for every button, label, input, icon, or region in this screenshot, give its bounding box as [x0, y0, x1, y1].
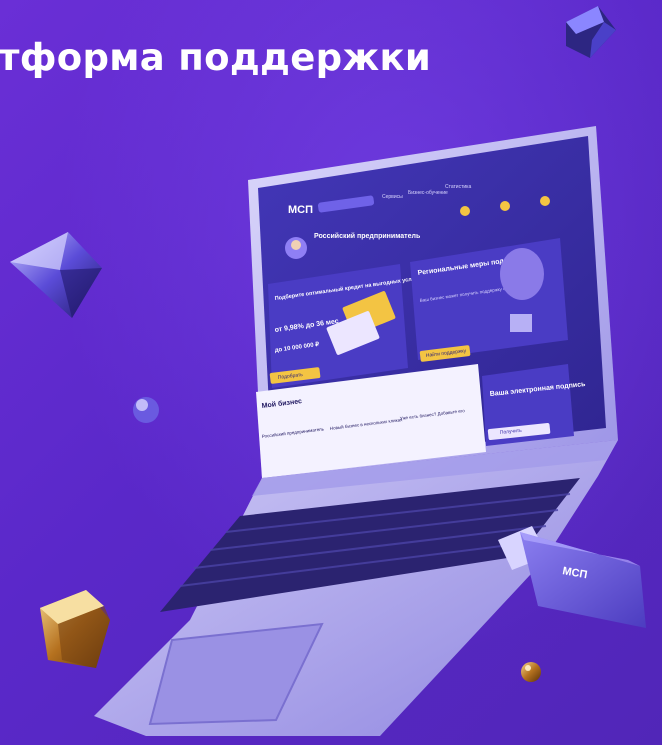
balloon-icon: [500, 248, 544, 300]
service-icon: [540, 196, 550, 206]
gem-pyramid-icon: [10, 232, 102, 318]
gold-cube-icon: [40, 590, 110, 668]
nav-item: Сервисы: [382, 194, 403, 200]
crystal-cube-icon: [566, 6, 616, 58]
service-icon: [460, 206, 470, 216]
profile-title: Российский предприниматель: [314, 232, 421, 240]
parcel-icon: [510, 314, 532, 332]
laptop-scene: МСП Сервисы Бизнес-обучение Статистика Р…: [10, 6, 646, 736]
msp-logo: МСП: [288, 204, 313, 216]
glass-sphere-icon: [133, 397, 159, 423]
nav-item: Статистика: [445, 184, 471, 190]
nav-item: Бизнес-обучение: [408, 190, 448, 196]
gold-sphere-icon: [521, 662, 541, 682]
service-icon: [500, 201, 510, 211]
